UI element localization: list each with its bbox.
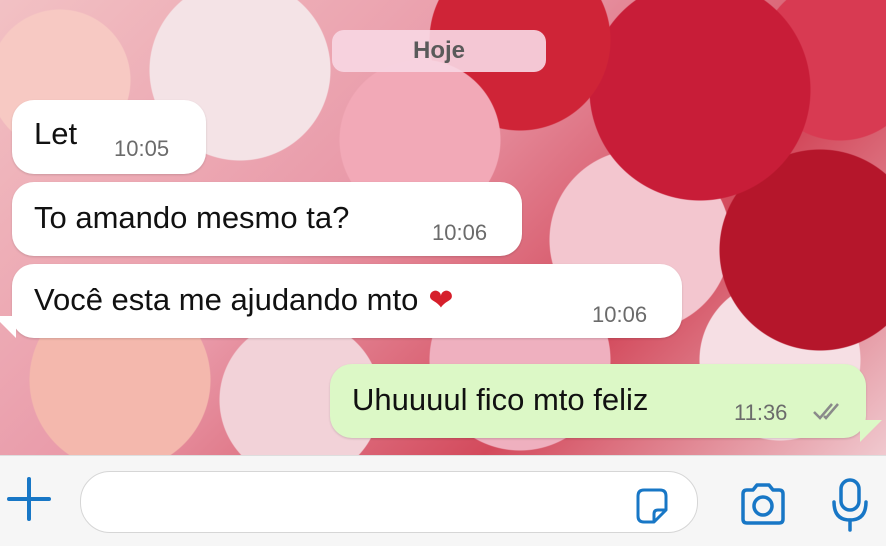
message-bubble-outgoing[interactable]: Uhuuuul fico mto feliz 11:36 — [330, 364, 866, 438]
message-time: 10:06 — [432, 220, 488, 245]
message-text: To amando mesmo ta? — [34, 200, 350, 235]
message-text: Você esta me ajudando mto ❤ — [34, 282, 453, 318]
camera-icon[interactable] — [738, 482, 788, 526]
plus-icon[interactable] — [6, 476, 52, 522]
message-bubble-incoming[interactable]: To amando mesmo ta? 10:06 — [12, 182, 522, 256]
bubble-tail — [860, 420, 882, 442]
double-check-icon — [810, 400, 846, 422]
message-time: 10:05 — [114, 136, 170, 161]
bubble-tail — [0, 316, 16, 338]
message-text: Let — [34, 116, 78, 151]
message-text: Uhuuuul fico mto feliz — [352, 382, 649, 417]
message-input[interactable] — [101, 482, 635, 524]
composer-bar — [0, 455, 886, 546]
message-bubble-incoming[interactable]: Let 10:05 — [12, 100, 206, 174]
sticker-icon[interactable] — [632, 486, 672, 526]
date-badge-label: Hoje — [412, 37, 465, 64]
message-text-content: Você esta me ajudando mto — [34, 282, 419, 317]
message-input-field[interactable] — [80, 471, 698, 533]
chat-area[interactable]: Hoje Let 10:05 To amando mesmo ta? 10:06… — [0, 0, 886, 455]
message-time: 10:06 — [592, 302, 648, 327]
message-time: 11:36 — [734, 400, 788, 425]
microphone-icon[interactable] — [830, 476, 870, 534]
heart-emoji: ❤ — [428, 284, 454, 317]
date-badge: Hoje — [332, 30, 546, 72]
message-bubble-incoming[interactable]: Você esta me ajudando mto ❤ 10:06 — [12, 264, 682, 338]
